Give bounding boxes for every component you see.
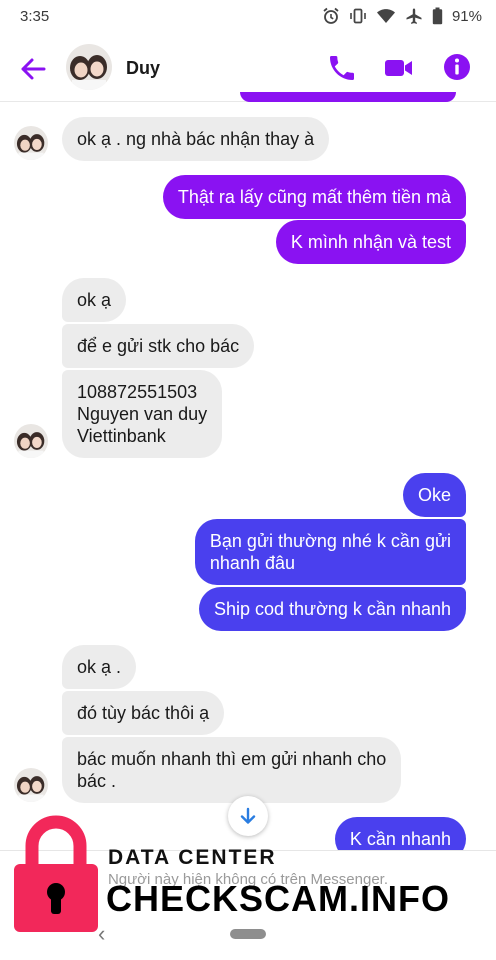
sender-avatar (14, 126, 48, 160)
message-text: K mình nhận và test (290, 232, 451, 252)
battery-percentage: 91% (451, 7, 482, 25)
message-text: Oke (417, 485, 451, 505)
alarm-icon (322, 7, 340, 25)
bank-name: Viettinbank (77, 426, 166, 446)
back-button[interactable] (18, 54, 48, 84)
watermark-line-2: CHECKSCAM.INFO (106, 878, 450, 919)
message-bubble-outgoing[interactable]: Thật ra lấy cũng mất thêm tiền mà (162, 175, 466, 219)
lock-icon (14, 815, 98, 932)
battery-icon (432, 7, 443, 25)
video-call-button[interactable] (382, 52, 414, 84)
status-bar: 3:35 91% (0, 0, 496, 34)
message-bubble-incoming[interactable]: ok ạ . ng nhà bác nhận thay à (62, 117, 330, 161)
message-text: để e gửi stk cho bác (77, 336, 240, 356)
voice-call-button[interactable] (326, 52, 358, 84)
message-text: ok ạ (77, 290, 112, 310)
info-button[interactable] (442, 52, 474, 84)
arrow-down-icon (240, 807, 256, 824)
back-arrow-icon (21, 58, 46, 80)
message-bubble-incoming[interactable]: ok ạ . (62, 645, 137, 689)
status-time: 3:35 (20, 8, 50, 25)
scroll-to-bottom-button[interactable] (228, 796, 268, 836)
sender-avatar (14, 424, 48, 458)
message-text-line: Bạn gửi thường nhé k cần gửi (209, 531, 451, 551)
message-bubble-outgoing[interactable]: Bạn gửi thường nhé k cần gửi nhanh đâu (194, 519, 466, 585)
phone-icon (330, 56, 354, 80)
message-bubble-incoming[interactable]: ok ạ (62, 278, 127, 322)
message-text: Thật ra lấy cũng mất thêm tiền mà (177, 187, 451, 207)
previous-message-bubble (240, 92, 456, 102)
account-name: Nguyen van duy (77, 404, 208, 424)
message-text: ok ạ . ng nhà bác nhận thay à (77, 129, 315, 149)
message-text-line: bác . (77, 771, 117, 791)
video-camera-icon (385, 60, 412, 76)
watermark-line-1: DATA CENTER (108, 846, 277, 869)
message-text: Ship cod thường k cần nhanh (213, 599, 451, 619)
message-text-line: bác muốn nhanh thì em gửi nhanh cho (77, 749, 387, 769)
account-number: 108872551503 (77, 382, 198, 402)
message-text-line: nhanh đâu (209, 553, 295, 573)
message-bubble-incoming[interactable]: đó tùy bác thôi ạ (62, 691, 225, 735)
message-bubble-incoming[interactable]: bác muốn nhanh thì em gửi nhanh cho bác … (62, 737, 402, 803)
message-bubble-incoming[interactable]: 108872551503 Nguyen van duy Viettinbank (62, 370, 223, 458)
message-bubble-outgoing[interactable]: K mình nhận và test (275, 220, 466, 264)
sender-avatar (14, 768, 48, 802)
contact-name[interactable]: Duy (126, 58, 160, 79)
contact-avatar[interactable] (66, 44, 112, 90)
airplane-icon (405, 7, 423, 25)
message-bubble-incoming[interactable]: để e gửi stk cho bác (62, 324, 255, 368)
status-icons: 91% (322, 7, 482, 25)
message-bubble-outgoing[interactable]: Oke (402, 473, 466, 517)
vibrate-icon (349, 7, 367, 25)
message-text: K cần nhanh (349, 829, 451, 849)
message-text: đó tùy bác thôi ạ (77, 703, 210, 723)
wifi-icon (376, 7, 396, 25)
message-text: ok ạ . (77, 657, 122, 677)
nav-home-pill[interactable] (230, 929, 266, 939)
message-bubble-outgoing[interactable]: Ship cod thường k cần nhanh (198, 587, 466, 631)
info-icon (444, 54, 470, 80)
